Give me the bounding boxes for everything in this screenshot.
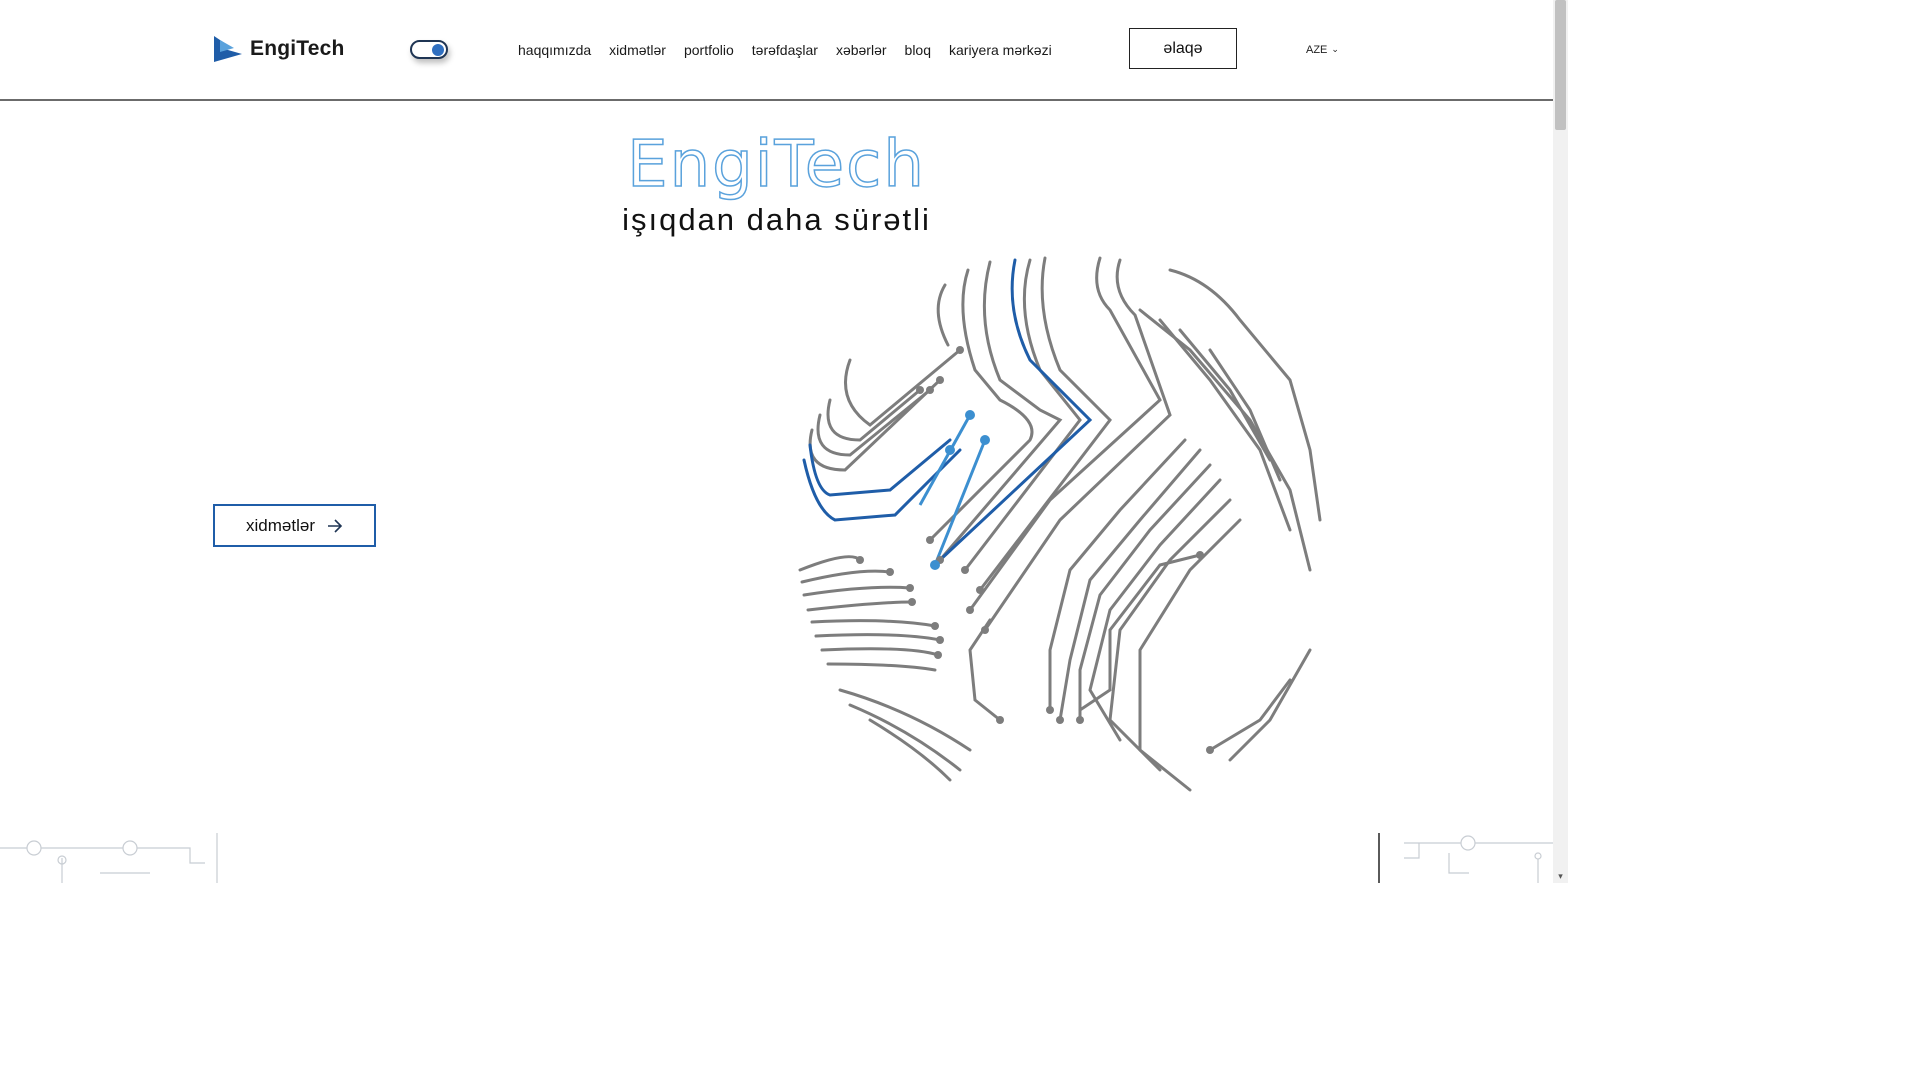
- page-scrollbar[interactable]: ▾: [1553, 0, 1568, 883]
- circuit-globe-illustration: [798, 256, 1322, 792]
- hero-subtitle: işıqdan daha sürətli: [622, 202, 931, 237]
- contact-button[interactable]: əlaqə: [1129, 28, 1237, 69]
- services-cta-button[interactable]: xidmətlər: [213, 504, 376, 547]
- theme-toggle[interactable]: [410, 40, 448, 59]
- nav-career-center[interactable]: kariyera mərkəzi: [949, 41, 1052, 59]
- language-selector[interactable]: AZE ⌄: [1306, 43, 1339, 57]
- nav-portfolio[interactable]: portfolio: [684, 41, 734, 59]
- logo[interactable]: EngiTech: [212, 33, 345, 65]
- logo-text: EngiTech: [250, 37, 345, 60]
- nav-partners[interactable]: tərəfdaşlar: [752, 41, 818, 59]
- language-label: AZE: [1306, 44, 1328, 56]
- services-cta-label: xidmətlər: [246, 515, 315, 535]
- arrow-right-icon: [327, 518, 343, 533]
- scroll-down-arrow-icon[interactable]: ▾: [1555, 871, 1566, 881]
- circuit-decoration-right: [1378, 833, 1554, 883]
- hero-title: EngiTech: [626, 127, 926, 203]
- site-header: EngiTech haqqımızda xidmətlər portfolio …: [0, 0, 1553, 101]
- nav-services[interactable]: xidmətlər: [609, 41, 666, 59]
- toggle-knob: [432, 44, 444, 56]
- nav-about[interactable]: haqqımızda: [518, 41, 591, 59]
- circuit-decoration-left: [0, 833, 218, 883]
- engitech-logo-icon: [214, 36, 242, 62]
- scrollbar-thumb[interactable]: [1555, 0, 1566, 130]
- chevron-down-icon: ⌄: [1331, 43, 1339, 54]
- nav-blog[interactable]: bloq: [905, 41, 931, 59]
- nav-news[interactable]: xəbərlər: [836, 41, 887, 59]
- main-nav: haqqımızda xidmətlər portfolio tərəfdaşl…: [518, 41, 1070, 59]
